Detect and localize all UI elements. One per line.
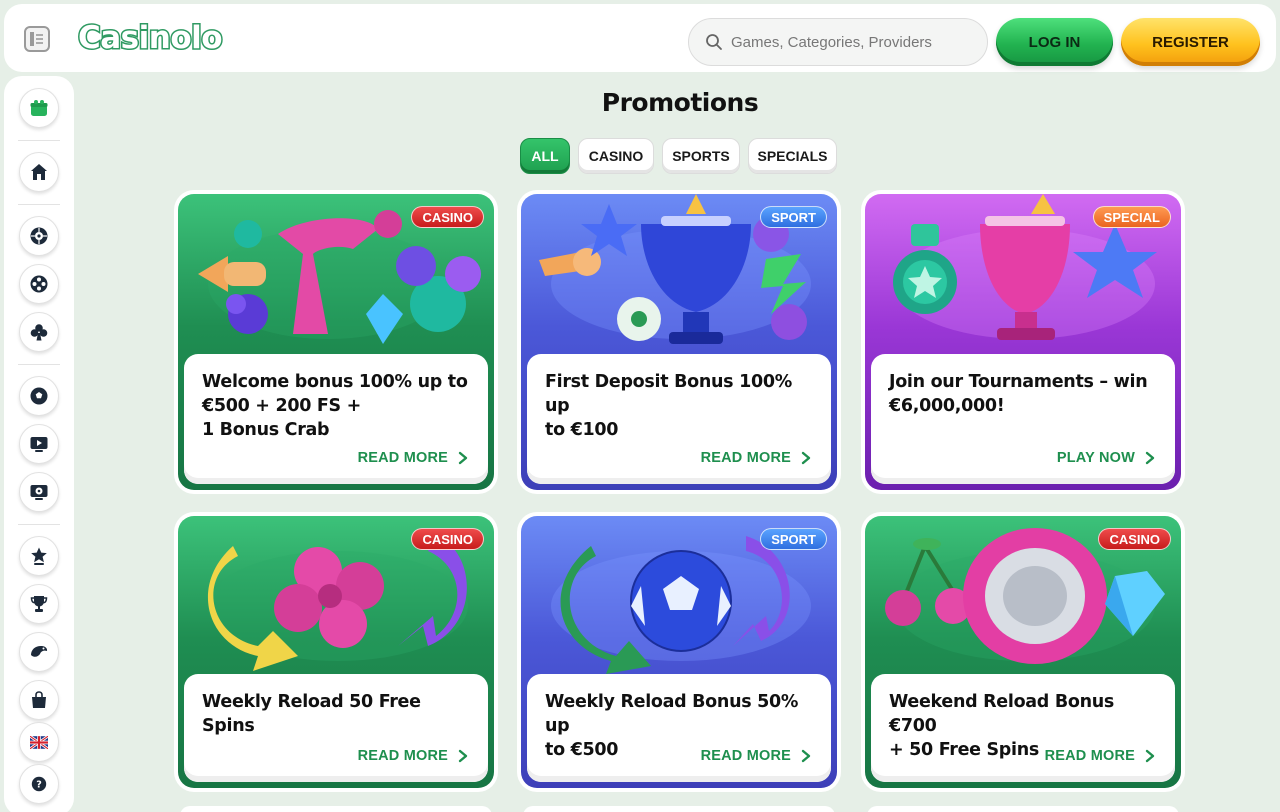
page-title: Promotions: [601, 88, 759, 117]
read-more-link[interactable]: READ MORE: [701, 450, 811, 466]
card-panel: Weekly Reload Bonus 50% up to €500 READ …: [527, 674, 831, 782]
category-badge: CASINO: [1098, 528, 1171, 550]
next-row-card-edge: [180, 806, 492, 812]
sidebar: ?: [4, 76, 74, 812]
uk-flag-icon: [30, 735, 48, 749]
category-badge: CASINO: [411, 206, 484, 228]
sidebar-item-home[interactable]: [19, 152, 59, 192]
sidebar-item-promotions[interactable]: [19, 88, 59, 128]
promo-card[interactable]: SPORT Weekly Reload Bonus 50% up to €500…: [517, 512, 841, 792]
cta-label: READ MORE: [357, 748, 448, 764]
sidebar-item-shop[interactable]: [19, 680, 59, 720]
sidebar-divider: [18, 524, 60, 525]
gift-icon: [30, 100, 48, 116]
top-header: Casinolo LOG IN REGISTER: [4, 4, 1276, 72]
card-panel: Join our Tournaments – win €6,000,000! P…: [871, 354, 1175, 484]
category-badge: SPORT: [760, 528, 827, 550]
filter-all[interactable]: ALL: [520, 138, 570, 174]
sidebar-divider: [18, 364, 60, 365]
next-row-card-edge: [867, 806, 1179, 812]
sidebar-item-sports[interactable]: [19, 376, 59, 416]
promo-card[interactable]: CASINO Welcome bonus 100% up to €500 + 2…: [174, 190, 498, 494]
cta-label: PLAY NOW: [1056, 450, 1135, 466]
sidebar-divider: [18, 140, 60, 141]
cta-label: READ MORE: [700, 748, 791, 764]
category-badge: SPORT: [760, 206, 827, 228]
read-more-link[interactable]: READ MORE: [1045, 748, 1155, 764]
soccer-ball-icon: [30, 387, 48, 405]
promo-card[interactable]: SPORT First Deposit Bonus 100% up to €10…: [517, 190, 841, 494]
club-suit-icon: [30, 324, 48, 341]
svg-text:?: ?: [36, 780, 42, 791]
card-panel: Welcome bonus 100% up to €500 + 200 FS +…: [184, 354, 488, 484]
sidebar-item-bonus-crab[interactable]: [19, 632, 59, 672]
promo-title: First Deposit Bonus 100% up to €100: [545, 372, 792, 440]
cta-label: READ MORE: [700, 450, 791, 466]
chevron-right-icon: [1145, 749, 1155, 763]
menu-toggle-icon[interactable]: [24, 26, 50, 52]
sidebar-item-vip[interactable]: [19, 536, 59, 576]
next-row-card-edge: [523, 806, 835, 812]
trophy-icon: [30, 596, 48, 612]
search-box[interactable]: [688, 18, 988, 66]
crab-icon: [31, 645, 48, 657]
card-panel: Weekend Reload Bonus €700 + 50 Free Spin…: [871, 674, 1175, 782]
chevron-right-icon: [801, 451, 811, 465]
chevron-right-icon: [801, 749, 811, 763]
live-tv-icon: [30, 437, 48, 452]
read-more-link[interactable]: READ MORE: [358, 450, 468, 466]
filter-casino[interactable]: CASINO: [578, 138, 654, 174]
sidebar-item-help[interactable]: ?: [19, 764, 59, 804]
search-icon: [706, 34, 722, 50]
play-now-link[interactable]: PLAY NOW: [1057, 450, 1155, 466]
cta-label: READ MORE: [1044, 748, 1135, 764]
promo-card[interactable]: SPECIAL Join our Tournaments – win €6,00…: [861, 190, 1185, 494]
chevron-right-icon: [458, 451, 468, 465]
card-panel: First Deposit Bonus 100% up to €100 READ…: [527, 354, 831, 484]
chevron-right-icon: [458, 749, 468, 763]
sidebar-item-live-sports[interactable]: [19, 424, 59, 464]
sidebar-item-live-casino[interactable]: [19, 264, 59, 304]
category-badge: CASINO: [411, 528, 484, 550]
shopping-bag-icon: [32, 691, 46, 708]
register-button[interactable]: REGISTER: [1121, 18, 1260, 66]
read-more-link[interactable]: READ MORE: [358, 748, 468, 764]
sidebar-item-tournaments[interactable]: [19, 584, 59, 624]
search-input[interactable]: [731, 33, 971, 51]
filter-sports[interactable]: SPORTS: [662, 138, 740, 174]
sidebar-item-language[interactable]: [19, 722, 59, 762]
star-award-icon: [31, 547, 47, 565]
home-icon: [31, 164, 47, 180]
help-icon: ?: [31, 776, 47, 792]
roulette-icon: [30, 227, 48, 245]
virtual-sports-icon: [30, 485, 48, 500]
promo-title: Welcome bonus 100% up to €500 + 200 FS +…: [202, 372, 468, 440]
sidebar-item-roulette[interactable]: [19, 216, 59, 256]
card-panel: Weekly Reload 50 Free Spins READ MORE: [184, 674, 488, 782]
cta-label: READ MORE: [357, 450, 448, 466]
promo-title: Weekly Reload 50 Free Spins: [202, 692, 421, 736]
sidebar-divider: [18, 204, 60, 205]
sidebar-item-table-games[interactable]: [19, 312, 59, 352]
casinolo-logo[interactable]: Casinolo: [76, 18, 224, 58]
chevron-right-icon: [1145, 451, 1155, 465]
film-reel-icon: [30, 275, 48, 293]
sidebar-item-virtual-sports[interactable]: [19, 472, 59, 512]
category-badge: SPECIAL: [1092, 206, 1171, 228]
read-more-link[interactable]: READ MORE: [701, 748, 811, 764]
promo-card[interactable]: CASINO Weekly Reload 50 Free Spins READ …: [174, 512, 498, 792]
promo-title: Join our Tournaments – win €6,000,000!: [889, 372, 1148, 416]
filter-specials[interactable]: SPECIALS: [748, 138, 837, 174]
login-button[interactable]: LOG IN: [996, 18, 1113, 66]
promo-card[interactable]: CASINO Weekend Reload Bonus €700 + 50 Fr…: [861, 512, 1185, 792]
